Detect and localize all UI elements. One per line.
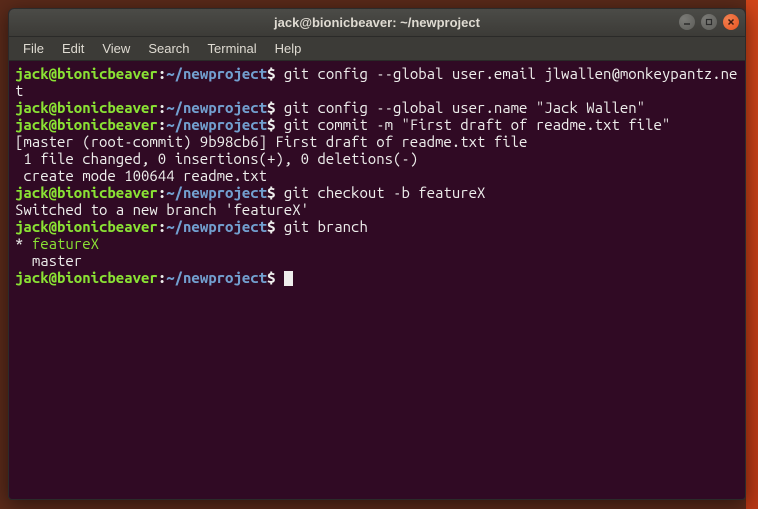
- close-icon: [727, 18, 735, 26]
- window-title: jack@bionicbeaver: ~/newproject: [274, 15, 480, 30]
- menu-help[interactable]: Help: [267, 39, 310, 58]
- prompt-user-host: jack@bionicbeaver: [15, 116, 158, 133]
- terminal-line: jack@bionicbeaver:~/newproject$ git comm…: [15, 116, 739, 133]
- cursor: [284, 271, 293, 286]
- prompt-user-host: jack@bionicbeaver: [15, 218, 158, 235]
- window-titlebar[interactable]: jack@bionicbeaver: ~/newproject: [9, 9, 745, 37]
- prompt-path: ~/newproject: [166, 218, 267, 235]
- command-text: git branch: [275, 218, 367, 235]
- desktop-background-stripe: [746, 0, 758, 509]
- prompt-separator: :: [158, 218, 166, 235]
- prompt-path: ~/newproject: [166, 99, 267, 116]
- menu-view[interactable]: View: [94, 39, 138, 58]
- prompt-path: ~/newproject: [166, 65, 267, 82]
- menu-file[interactable]: File: [15, 39, 52, 58]
- prompt-path: ~/newproject: [166, 269, 267, 286]
- terminal-window: jack@bionicbeaver: ~/newproject File Edi…: [8, 8, 746, 500]
- prompt-user-host: jack@bionicbeaver: [15, 269, 158, 286]
- prompt-user-host: jack@bionicbeaver: [15, 184, 158, 201]
- command-text: git checkout -b featureX: [275, 184, 485, 201]
- terminal-body[interactable]: jack@bionicbeaver:~/newproject$ git conf…: [9, 61, 745, 290]
- terminal-line: [master (root-commit) 9b98cb6] First dra…: [15, 133, 739, 150]
- prompt-user-host: jack@bionicbeaver: [15, 99, 158, 116]
- command-text: git commit -m "First draft of readme.txt…: [275, 116, 670, 133]
- prompt-separator: :: [158, 269, 166, 286]
- close-button[interactable]: [723, 14, 739, 30]
- terminal-line: jack@bionicbeaver:~/newproject$ git chec…: [15, 184, 739, 201]
- window-controls: [679, 14, 739, 30]
- prompt-separator: :: [158, 65, 166, 82]
- terminal-line: jack@bionicbeaver:~/newproject$ git bran…: [15, 218, 739, 235]
- terminal-line: create mode 100644 readme.txt: [15, 167, 739, 184]
- menu-terminal[interactable]: Terminal: [200, 39, 265, 58]
- prompt-separator: :: [158, 184, 166, 201]
- command-text: [275, 269, 283, 286]
- terminal-line: jack@bionicbeaver:~/newproject$ git conf…: [15, 65, 739, 99]
- maximize-icon: [705, 18, 713, 26]
- command-text: git config --global user.name "Jack Wall…: [275, 99, 645, 116]
- minimize-button[interactable]: [679, 14, 695, 30]
- prompt-separator: :: [158, 116, 166, 133]
- menu-edit[interactable]: Edit: [54, 39, 92, 58]
- branch-marker: *: [15, 235, 32, 252]
- terminal-line: 1 file changed, 0 insertions(+), 0 delet…: [15, 150, 739, 167]
- active-branch: featureX: [32, 235, 99, 252]
- prompt-path: ~/newproject: [166, 184, 267, 201]
- terminal-line: jack@bionicbeaver:~/newproject$ git conf…: [15, 99, 739, 116]
- terminal-line: master: [15, 252, 739, 269]
- terminal-line: jack@bionicbeaver:~/newproject$: [15, 269, 739, 286]
- menubar: File Edit View Search Terminal Help: [9, 37, 745, 61]
- minimize-icon: [683, 18, 691, 26]
- maximize-button[interactable]: [701, 14, 717, 30]
- terminal-line: Switched to a new branch 'featureX': [15, 201, 739, 218]
- terminal-line: * featureX: [15, 235, 739, 252]
- prompt-user-host: jack@bionicbeaver: [15, 65, 158, 82]
- menu-search[interactable]: Search: [140, 39, 197, 58]
- prompt-path: ~/newproject: [166, 116, 267, 133]
- prompt-separator: :: [158, 99, 166, 116]
